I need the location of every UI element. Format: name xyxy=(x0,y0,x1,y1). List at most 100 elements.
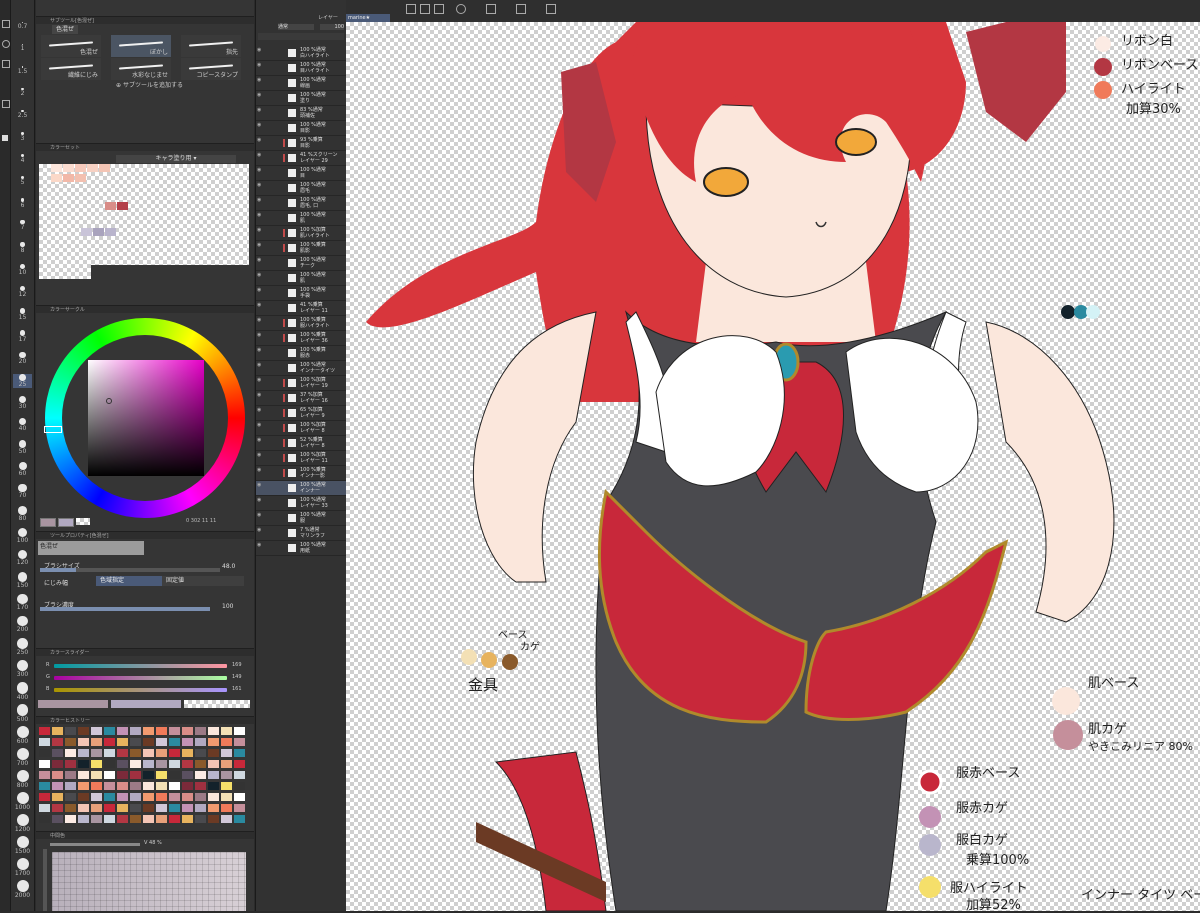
history-swatch[interactable] xyxy=(39,727,50,735)
brush-size-option[interactable]: 80 xyxy=(13,506,32,522)
tool-icon[interactable] xyxy=(2,20,10,28)
history-swatch[interactable] xyxy=(117,727,128,735)
slider-transparent[interactable] xyxy=(184,700,250,708)
history-swatch[interactable] xyxy=(182,815,193,823)
visibility-eye-icon[interactable]: ◉ xyxy=(257,138,263,143)
transparent-swatch[interactable] xyxy=(76,518,90,525)
history-swatch[interactable] xyxy=(39,793,50,801)
history-swatch[interactable] xyxy=(221,760,232,768)
history-swatch[interactable] xyxy=(52,760,63,768)
history-swatch[interactable] xyxy=(52,793,63,801)
history-swatch[interactable] xyxy=(195,793,206,801)
main-color-swatch[interactable] xyxy=(40,518,56,527)
history-swatch[interactable] xyxy=(169,804,180,812)
hue-ring[interactable] xyxy=(44,318,245,518)
history-swatch[interactable] xyxy=(182,760,193,768)
brush-size-option[interactable]: 50 xyxy=(13,440,32,455)
sub-tool-brush[interactable]: 繊維にじみ xyxy=(41,58,101,80)
history-swatch[interactable] xyxy=(65,727,76,735)
history-swatch[interactable] xyxy=(195,727,206,735)
intermediate-v-slider[interactable] xyxy=(50,843,140,846)
history-swatch[interactable] xyxy=(208,793,219,801)
history-swatch[interactable] xyxy=(234,793,245,801)
history-swatch[interactable] xyxy=(169,749,180,757)
history-swatch[interactable] xyxy=(91,804,102,812)
history-swatch[interactable] xyxy=(104,727,115,735)
history-swatch[interactable] xyxy=(52,771,63,779)
visibility-eye-icon[interactable]: ◉ xyxy=(257,528,263,533)
history-swatch[interactable] xyxy=(91,760,102,768)
open-icon[interactable] xyxy=(420,4,430,14)
brush-size-option[interactable]: 20 xyxy=(13,352,32,365)
history-swatch[interactable] xyxy=(195,782,206,790)
history-swatch[interactable] xyxy=(195,760,206,768)
saturation-value-square[interactable] xyxy=(88,360,204,476)
history-swatch[interactable] xyxy=(91,815,102,823)
layer-row[interactable]: ◉ 100 %加算 肌ハイライト xyxy=(256,226,346,241)
history-swatch[interactable] xyxy=(208,804,219,812)
layer-row[interactable]: ◉ 100 %通常 目影 xyxy=(256,121,346,136)
history-swatch[interactable] xyxy=(78,760,89,768)
history-swatch[interactable] xyxy=(156,771,167,779)
slider-main-color[interactable] xyxy=(38,700,108,708)
history-swatch[interactable] xyxy=(234,749,245,757)
history-swatch[interactable] xyxy=(221,749,232,757)
history-swatch[interactable] xyxy=(117,815,128,823)
color-swatch[interactable] xyxy=(81,228,92,236)
tool-icon[interactable] xyxy=(2,40,10,48)
brush-size-option[interactable]: 100 xyxy=(13,528,32,544)
history-swatch[interactable] xyxy=(182,782,193,790)
layer-row[interactable]: ◉ 41 %乗算 レイヤー 11 xyxy=(256,301,346,316)
layer-row[interactable]: ◉ 100 %通常肌 xyxy=(256,211,346,226)
sub-tool-brush[interactable]: ぼかし xyxy=(111,35,171,57)
history-swatch[interactable] xyxy=(104,782,115,790)
history-swatch[interactable] xyxy=(91,738,102,746)
visibility-eye-icon[interactable]: ◉ xyxy=(257,303,263,308)
history-swatch[interactable] xyxy=(208,771,219,779)
intermediate-color-grid[interactable] xyxy=(52,852,246,911)
density-slider[interactable] xyxy=(40,607,210,611)
new-icon[interactable] xyxy=(406,4,416,14)
history-swatch[interactable] xyxy=(182,771,193,779)
history-swatch[interactable] xyxy=(208,815,219,823)
sub-tool-brush[interactable]: コピースタンプ xyxy=(181,58,241,80)
color-swatch[interactable] xyxy=(51,174,62,182)
selection-icon[interactable] xyxy=(516,4,526,14)
layer-row[interactable]: ◉ 100 %乗算 肌影 xyxy=(256,241,346,256)
history-swatch[interactable] xyxy=(91,727,102,735)
layer-row[interactable]: ◉ 100 %通常 線画 xyxy=(256,76,346,91)
color-history-grid[interactable] xyxy=(39,727,249,825)
sub-tool-tab[interactable]: 色混ぜ xyxy=(52,25,79,34)
history-swatch[interactable] xyxy=(117,782,128,790)
sub-tool-brush[interactable]: 水彩なじませ xyxy=(111,58,171,80)
history-swatch[interactable] xyxy=(182,793,193,801)
brush-size-option[interactable]: 3 xyxy=(13,132,32,142)
history-swatch[interactable] xyxy=(208,727,219,735)
history-swatch[interactable] xyxy=(143,727,154,735)
brush-size-option[interactable]: 7 xyxy=(13,220,32,231)
history-swatch[interactable] xyxy=(78,771,89,779)
history-swatch[interactable] xyxy=(169,738,180,746)
brush-size-option[interactable]: 600 xyxy=(13,726,32,745)
transform-icon[interactable] xyxy=(486,4,496,14)
history-swatch[interactable] xyxy=(156,815,167,823)
history-swatch[interactable] xyxy=(169,782,180,790)
sub-tool-brush[interactable]: 指先 xyxy=(181,35,241,57)
history-swatch[interactable] xyxy=(39,738,50,746)
history-swatch[interactable] xyxy=(143,760,154,768)
layer-row[interactable]: ◉ 100 %通常目 xyxy=(256,166,346,181)
visibility-eye-icon[interactable]: ◉ xyxy=(257,258,263,263)
layer-row[interactable]: ◉ 7 %通常 マリンラフ xyxy=(256,526,346,541)
visibility-eye-icon[interactable]: ◉ xyxy=(257,153,263,158)
history-swatch[interactable] xyxy=(130,749,141,757)
document-tab[interactable]: marine★ xyxy=(346,14,390,22)
color-swatch[interactable] xyxy=(63,174,74,182)
visibility-eye-icon[interactable]: ◉ xyxy=(257,183,263,188)
ruler-icon[interactable] xyxy=(546,4,556,14)
visibility-eye-icon[interactable]: ◉ xyxy=(257,543,263,548)
layer-row[interactable]: ◉ 93 %乗算 目影 xyxy=(256,136,346,151)
color-swatch[interactable] xyxy=(99,164,110,172)
layer-row[interactable]: ◉ 100 %通常 チーク xyxy=(256,256,346,271)
brush-size-option[interactable]: 4 xyxy=(13,154,32,164)
tool-icon[interactable] xyxy=(2,135,8,141)
